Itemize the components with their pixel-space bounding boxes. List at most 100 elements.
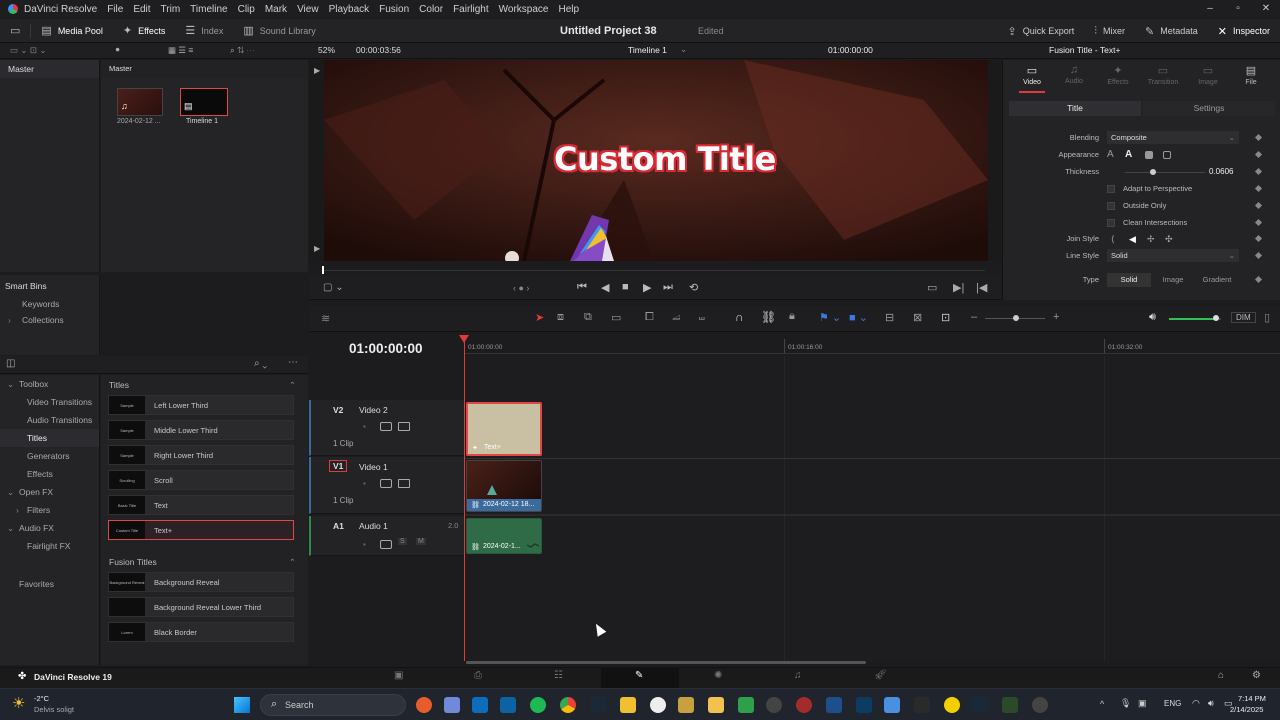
track-auto-select-icon[interactable] [380,422,392,431]
tree-toolbox[interactable]: ⌄ Toolbox [0,375,99,393]
timeline-tracks-area[interactable] [464,356,1280,661]
timeline-selector[interactable]: Timeline 1 [628,45,667,55]
weather-icon[interactable]: ☀ [12,694,25,712]
app-icon[interactable] [914,697,930,713]
media-page-icon[interactable]: ▣ [394,670,403,681]
play-icon[interactable]: ▶ [643,281,651,294]
outlook-icon[interactable] [472,697,488,713]
prev-edit-icon[interactable]: |◀ [976,281,987,294]
store-icon[interactable] [500,697,516,713]
menu-color[interactable]: Color [419,4,443,15]
media-pool-button[interactable]: ▤ Media Pool [31,19,112,43]
zoom-detail-icon[interactable]: ⊠ [913,311,922,324]
join-bevel-icon[interactable]: ✢ [1147,231,1155,247]
keyframe-diamond-icon[interactable] [1254,201,1263,210]
selection-tool-icon[interactable]: ➤ [535,311,544,324]
app-icon[interactable] [944,697,960,713]
menu-fairlight[interactable]: Fairlight [453,4,489,15]
loop-icon[interactable]: ⟲ [689,281,698,294]
appearance-shadow-icon[interactable] [1145,151,1153,159]
volume-icon[interactable]: 🔊︎ [1208,698,1214,709]
thickness-slider-track[interactable] [1125,172,1205,173]
effect-background-reveal-lower-third[interactable]: Background Reveal Lower Third [108,597,294,617]
app-icon[interactable] [738,697,754,713]
solo-button[interactable]: S [398,538,407,545]
fusion-page-tab[interactable]: ✎ [601,668,679,688]
chrome-icon[interactable] [560,697,576,713]
tab-file[interactable]: ▤ File [1231,64,1271,86]
index-button[interactable]: ☰ Index [175,19,233,43]
menu-app[interactable]: DaVinci Resolve [24,4,97,15]
dynamic-trim-icon[interactable]: ⧉ [584,311,592,324]
app-icon[interactable] [884,697,900,713]
list-view-icon[interactable]: ▭ ⌄ ⊡ ⌄ [10,45,46,56]
tab-image[interactable]: ▭ Image [1188,64,1228,86]
app-icon[interactable] [1002,697,1018,713]
menu-playback[interactable]: Playback [329,4,370,15]
monitor-toggle-button[interactable]: ▭ [0,19,30,43]
tree-filters[interactable]: › Filters [0,501,99,519]
maximize-icon[interactable]: ▫ [1224,0,1252,18]
settings-gear-icon[interactable]: ⚙ [1252,670,1261,681]
menu-trim[interactable]: Trim [161,4,181,15]
replace-clip-icon[interactable]: ⧢ [699,311,705,324]
chevron-down-icon[interactable]: ⌄ [680,44,687,55]
bin-master[interactable]: Master [0,60,99,78]
match-frame-icon[interactable]: ▭ [927,281,937,294]
tree-audio-transitions[interactable]: Audio Transitions [0,411,99,429]
effect-left-lower-third[interactable]: Sample Left Lower Third [108,395,294,415]
go-to-end-icon[interactable]: ⏭ [663,281,673,294]
zoom-slider-handle[interactable] [1013,315,1019,321]
effects-button[interactable]: ✦ Effects [113,19,176,43]
keyframe-diamond-icon[interactable] [1254,167,1263,176]
zoom-in-icon[interactable]: + [1053,311,1059,323]
menu-file[interactable]: File [107,4,123,15]
subtab-settings[interactable]: Settings [1143,101,1275,116]
track-disable-icon[interactable] [398,422,410,431]
type-gradient-button[interactable]: Gradient [1195,273,1239,287]
audio-clip[interactable]: ⛓ 2024-02-1... [466,518,542,554]
davinci-resolve-taskbar-icon[interactable] [1032,697,1048,713]
clip-thumbnail-video[interactable]: ♫ [117,88,163,116]
minimize-icon[interactable]: – [1196,0,1224,18]
thickness-value[interactable]: 0.0606 [1209,164,1233,180]
adapt-perspective-checkbox[interactable] [1107,185,1115,193]
smart-bin-collections[interactable]: › Collections [0,309,99,325]
track-auto-select-icon[interactable] [380,479,392,488]
effect-middle-lower-third[interactable]: Sample Middle Lower Third [108,420,294,440]
line-style-select[interactable]: Solid ⌄ [1107,249,1239,262]
viewer-scrubber[interactable] [309,262,1001,276]
menu-view[interactable]: View [297,4,319,15]
track-name[interactable]: Video 2 [359,405,388,415]
fusion-titles-section-header[interactable]: Fusion Titles ⌃ [101,552,308,572]
track-name[interactable]: Audio 1 [359,521,388,531]
blending-select[interactable]: Composite ⌄ [1107,131,1239,144]
tab-audio[interactable]: ♫ Audio [1054,64,1094,85]
video-clip[interactable]: ⛓ 2024-02-12 18... [466,460,542,512]
track-auto-select-icon[interactable] [380,540,392,549]
timeline-thumbnail[interactable]: ▤ [180,88,228,116]
menu-clip[interactable]: Clip [238,4,255,15]
appearance-background-icon[interactable] [1163,151,1171,159]
keyframe-diamond-icon[interactable] [1254,251,1263,260]
menu-fusion[interactable]: Fusion [379,4,409,15]
tree-fairlight-fx[interactable]: Fairlight FX [0,537,99,555]
steam-icon[interactable] [972,697,988,713]
tree-open-fx[interactable]: ⌄ Open FX [0,483,99,501]
timeline-options-icon[interactable]: ≋ [321,312,330,325]
snapping-icon[interactable]: ∩ [735,310,744,324]
keyframe-diamond-icon[interactable] [1254,275,1263,284]
microphone-icon[interactable]: 🎙︎ [1120,698,1131,709]
mixer-button[interactable]: ⫶ Mixer [1084,19,1135,43]
subtab-title[interactable]: Title [1009,101,1141,116]
title-overlay[interactable]: Custom Title [554,140,776,178]
playhead-line[interactable] [464,336,465,661]
tree-audio-fx[interactable]: ⌄ Audio FX [0,519,99,537]
tree-generators[interactable]: Generators [0,447,99,465]
keyframe-diamond-icon[interactable] [1254,234,1263,243]
tree-effects[interactable]: Effects [0,465,99,483]
next-edit-icon[interactable]: ▶| [953,281,964,294]
file-explorer-icon[interactable] [708,697,724,713]
tab-video[interactable]: ▭ Video [1012,64,1052,86]
effect-black-border[interactable]: Lorem Black Border [108,622,294,642]
